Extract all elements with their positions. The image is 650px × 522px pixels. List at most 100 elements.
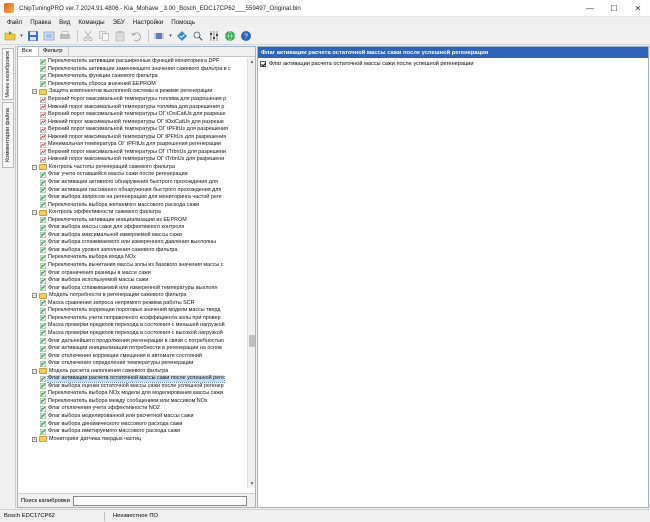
search-input[interactable] [72, 495, 247, 506]
tree-item[interactable]: Маска сравнения запроса непрямого режима… [18, 300, 246, 308]
tree-scrollbar[interactable]: ▲ ▼ [247, 58, 255, 488]
tree-item[interactable]: Флаг выбора моделированной или расчетной… [18, 413, 246, 421]
app-logo-icon [4, 3, 14, 13]
tree-folder-node[interactable]: + Мониторинг датчика твердых частиц [18, 435, 246, 443]
menu-file[interactable]: Файл [3, 19, 26, 26]
tree-item-label: Флаг выбора запросов на регенерацию для … [48, 194, 222, 201]
tree-item[interactable]: Флаг отключения учета эффективности NO2 [18, 405, 246, 413]
tree-item[interactable]: Флаг выбора запросов на регенерацию для … [18, 194, 246, 202]
tree-folder-node[interactable]: − Контроль частоты регенераций сажевого ф… [18, 164, 246, 172]
tree-item[interactable]: Переключатель коррекции пороговых значен… [18, 307, 246, 315]
ecu-dropdown-arrow[interactable]: ▾ [168, 29, 173, 43]
menu-ecu[interactable]: ЭБУ [109, 19, 129, 26]
tree-expander-icon[interactable]: − [32, 368, 37, 374]
maximize-button[interactable]: ☐ [602, 0, 626, 17]
paste-button[interactable] [113, 29, 127, 43]
undo-button[interactable] [129, 29, 143, 43]
open-dropdown-arrow[interactable]: ▾ [19, 29, 24, 43]
tree-expander-icon[interactable]: − [32, 89, 37, 95]
menu-commands[interactable]: Команды [74, 19, 108, 26]
tree-item[interactable]: Переключатель выбора желаемого массового… [18, 201, 246, 209]
tree-item[interactable]: Флаг выбора сглаживаемой или измеренной … [18, 284, 246, 292]
tree-item[interactable]: Переключатель выбора между сообщением ил… [18, 398, 246, 406]
checksum-button[interactable] [175, 29, 189, 43]
tree-item[interactable]: Маска проверки пределов перехода в состо… [18, 322, 246, 330]
tuning-button[interactable] [207, 29, 221, 43]
tree-expander-icon[interactable]: − [32, 293, 37, 299]
menu-edit[interactable]: Правка [26, 19, 55, 26]
scroll-down-arrow[interactable]: ▼ [248, 480, 256, 488]
tab-filter[interactable]: Фильтр [39, 47, 70, 56]
print-button[interactable] [58, 29, 72, 43]
help-button[interactable]: ? [239, 29, 253, 43]
tree-item[interactable]: Верхний порог максимальной температуры О… [18, 149, 246, 157]
tree-folder-node[interactable]: − Контроль эффективности сажевого фильтра [18, 209, 246, 217]
tree-item[interactable]: Флаг выбора максимальной измеряемой масс… [18, 232, 246, 240]
flag-checkbox[interactable] [260, 61, 266, 67]
ecu-identify-button[interactable] [152, 29, 166, 43]
tree-item[interactable]: Переключатель активации заменяющего знач… [18, 66, 246, 74]
tree-item[interactable]: Верхний порог максимальной температуры т… [18, 96, 246, 104]
tree-item[interactable]: Флаг выбора динамического массового расх… [18, 420, 246, 428]
tree-item[interactable]: Нижний порог максимальной температуры ОГ… [18, 156, 246, 164]
tree-item[interactable]: Переключатель активации инициализации из… [18, 216, 246, 224]
tab-calibration-menu[interactable]: Меню калибровок [2, 48, 14, 100]
tree-item[interactable]: Нижний порог максимальной температуры то… [18, 103, 246, 111]
tree-item[interactable]: Переключатель сброса значений EEPROM [18, 81, 246, 89]
tree-item[interactable]: Флаг активации пассивного обнаружения бы… [18, 186, 246, 194]
tree-item[interactable]: Нижний порог максимальной температуры ОГ… [18, 118, 246, 126]
scroll-up-arrow[interactable]: ▲ [248, 58, 256, 66]
tree-item[interactable]: Флаг активации расчета остаточной массы … [18, 374, 246, 383]
tree-item[interactable]: Флаг выбора уровня заполнения сажевого ф… [18, 247, 246, 255]
tree-item[interactable]: Флаг учета оставшейся массы сажи после р… [18, 171, 246, 179]
tree-item[interactable]: Переключатель функции сажевого фильтра [18, 73, 246, 81]
menu-settings[interactable]: Настройки [129, 19, 167, 26]
tree-item-label: Флаг отключения учета эффективности NO2 [48, 405, 160, 412]
cut-button[interactable] [81, 29, 95, 43]
tree-folder-node[interactable]: − Модель потребности в регенерации сажево… [18, 292, 246, 300]
tree-item[interactable]: Переключатель выбора входа NOx [18, 254, 246, 262]
tab-file-comments[interactable]: Комментарии файла [2, 102, 14, 168]
tab-all[interactable]: Все [18, 47, 39, 56]
tree-item[interactable]: Переключатель учета поправочного коэффиц… [18, 315, 246, 323]
save-button[interactable] [26, 29, 40, 43]
tree-expander-icon[interactable]: + [32, 436, 37, 442]
tree-item[interactable]: Флаг выбора сглаживаемого или измеренног… [18, 239, 246, 247]
tree-item[interactable]: Флаг выбора используемой массы сажи [18, 277, 246, 285]
update-button[interactable] [223, 29, 237, 43]
scroll-thumb[interactable] [249, 335, 255, 347]
tree-item[interactable]: Флаг дальнейшего продолжения регенерации… [18, 337, 246, 345]
calibration-flag-icon [40, 338, 46, 344]
tree-expander-icon[interactable]: − [32, 164, 37, 170]
tree-item[interactable]: Флаг выбора имитируемого массового расхо… [18, 428, 246, 436]
tree-item[interactable]: Флаг выбора массы сажи для эффективного … [18, 224, 246, 232]
tree-item[interactable]: Маска проверки пределов перехода в состо… [18, 330, 246, 338]
undo-icon [131, 32, 141, 42]
compare-button[interactable] [42, 29, 56, 43]
open-file-button[interactable] [3, 29, 17, 43]
calibration-flag-icon [40, 187, 46, 193]
tree-expander-icon[interactable]: − [32, 210, 37, 216]
tree-item[interactable]: Флаг отключения определения температуры … [18, 360, 246, 368]
tree-item[interactable]: Флаг выбора оценки остаточной массы сажи… [18, 383, 246, 391]
search-map-button[interactable] [191, 29, 205, 43]
copy-button[interactable] [97, 29, 111, 43]
menu-help[interactable]: Помощь [167, 19, 199, 26]
minimize-button[interactable]: — [578, 0, 602, 17]
tree-item[interactable]: Верхний порог максимальной температуры О… [18, 126, 246, 134]
tree-item[interactable]: Переключатель выбора NOx модели для моде… [18, 390, 246, 398]
tree-item[interactable]: Флаг ограничения разницы в массе сажи [18, 269, 246, 277]
tree-item[interactable]: Переключатель активации расширенных функ… [18, 58, 246, 66]
tree-folder-node[interactable]: − Модель расчета наполнения сажевого филь… [18, 367, 246, 375]
tree-folder-node[interactable]: − Защита компонентов выхлопной системы в … [18, 88, 246, 96]
tree-item[interactable]: Флаг отключения коррекции смещения в авт… [18, 352, 246, 360]
tree-item[interactable]: Нижний порог максимальной температуры ОГ… [18, 133, 246, 141]
tree-item[interactable]: Верхний порог максимальной температуры О… [18, 111, 246, 119]
tree-item[interactable]: Минимальная температура ОГ tPFItUs для р… [18, 141, 246, 149]
calibration-flag-icon [40, 262, 46, 269]
tree-item[interactable]: Флаг активации активного обнаружения быс… [18, 179, 246, 187]
tree-item[interactable]: Переключатель вычитания массы золы из ба… [18, 262, 246, 270]
menu-view[interactable]: Вид [55, 19, 74, 26]
tree-item[interactable]: Флаг активации инициализации потребности… [18, 345, 246, 353]
close-button[interactable]: ✕ [626, 0, 650, 17]
